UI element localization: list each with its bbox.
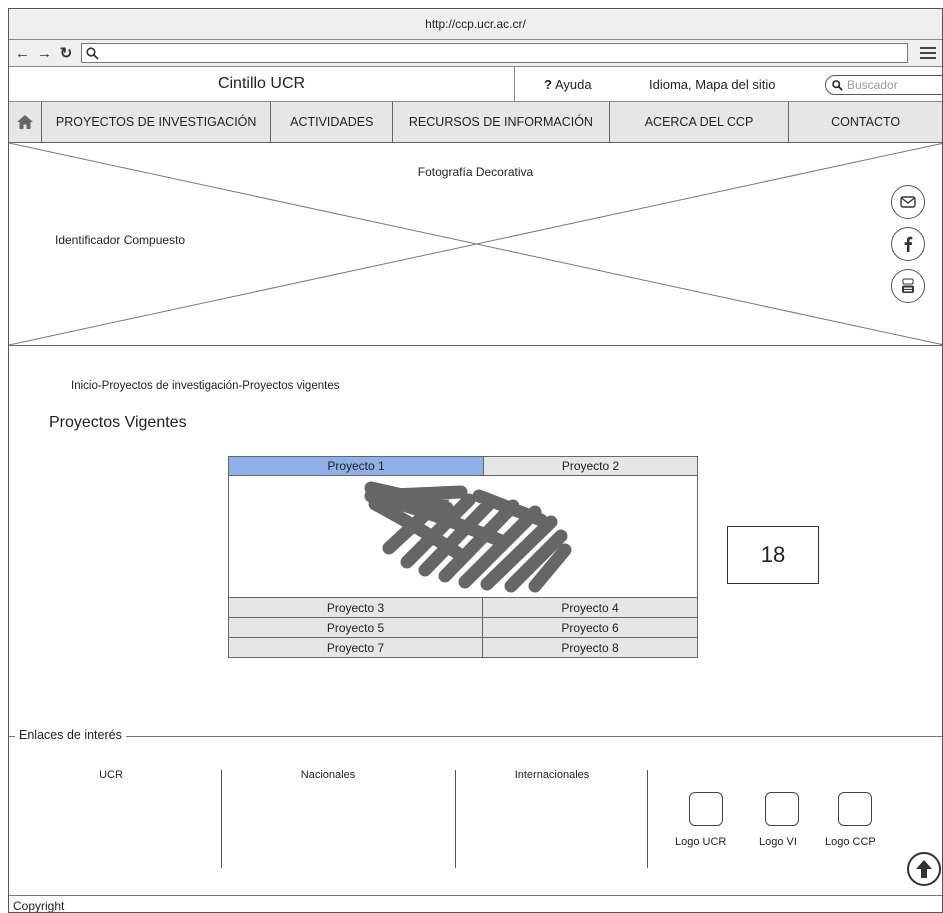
logo-ccp-placeholder[interactable] [838,792,872,826]
footer-divider [455,770,456,868]
project-content-panel [228,476,698,598]
scroll-to-top-button[interactable] [907,852,941,886]
forward-icon[interactable]: → [37,45,52,62]
projects-row: Proyecto 7 Proyecto 8 [228,638,698,658]
cintillo-bar: Cintillo UCR ? Ayuda Idioma, Mapa del si… [9,67,942,102]
page-title: Proyectos Vigentes [49,414,187,431]
hamburger-menu-icon[interactable] [920,47,936,59]
copyright-text: Copyright [13,899,65,913]
browser-window: http://ccp.ucr.ac.cr/ ← → ↻ Cintillo UCR… [8,8,943,913]
main-navigation: PROYECTOS DE INVESTIGACIÓN ACTIVIDADES R… [9,102,942,143]
help-label: Ayuda [554,76,592,92]
help-link[interactable]: ? Ayuda [544,67,592,101]
email-share-button[interactable] [891,185,925,219]
breadcrumb[interactable]: Inicio-Proyectos de investigación-Proyec… [71,380,339,392]
footer-divider [647,770,648,868]
facebook-button[interactable] [891,227,925,261]
projects-row: Proyecto 5 Proyecto 6 [228,618,698,638]
search-input[interactable]: Buscador [825,75,942,95]
cintillo-title: Cintillo UCR [9,67,515,101]
search-icon [86,46,99,60]
back-icon[interactable]: ← [15,45,30,62]
logo-ccp-label: Logo CCP [825,836,876,848]
search-icon [832,79,843,91]
project-item-4[interactable]: Proyecto 4 [483,598,698,618]
language-sitemap-link[interactable]: Idioma, Mapa del sitio [649,67,775,101]
hero-caption: Fotografía Decorativa [417,165,534,179]
nav-item-contacto[interactable]: CONTACTO [789,102,942,142]
address-bar[interactable] [81,43,908,63]
links-section-label: Enlaces de interés [15,728,126,742]
nav-item-actividades[interactable]: ACTIVIDADES [271,102,394,142]
reload-icon[interactable]: ↻ [59,44,73,62]
home-icon [16,115,33,129]
facebook-icon [904,236,913,252]
annotation-number-box: 18 [727,526,819,584]
footer-column-ucr[interactable]: UCR [81,769,141,781]
browser-toolbar: ← → ↻ [9,40,942,67]
scribble-image [364,481,572,593]
nav-item-acerca[interactable]: ACERCA DEL CCP [610,102,790,142]
tab-proyecto-2[interactable]: Proyecto 2 [484,456,698,476]
footer-column-internacionales[interactable]: Internacionales [497,769,607,781]
logo-vi-placeholder[interactable] [765,792,799,826]
youtube-icon [902,278,914,293]
hero-image-placeholder: Fotografía Decorativa Identificador Comp… [9,143,942,346]
youtube-button[interactable] [891,269,925,303]
project-item-6[interactable]: Proyecto 6 [483,618,698,638]
footer-divider [221,770,222,868]
footer-divider [9,895,942,896]
logo-ucr-placeholder[interactable] [689,792,723,826]
logo-ucr-label: Logo UCR [675,836,727,848]
project-item-8[interactable]: Proyecto 8 [483,638,698,658]
envelope-icon [900,196,916,208]
projects-tab-widget: Proyecto 1 Proyecto 2 Proyecto 3 Proyect… [228,456,698,658]
footer-column-nacionales[interactable]: Nacionales [273,769,383,781]
logo-vi-label: Logo VI [759,836,797,848]
window-title-url: http://ccp.ucr.ac.cr/ [425,17,526,31]
search-placeholder: Buscador [847,78,898,92]
tab-proyecto-1[interactable]: Proyecto 1 [228,456,484,476]
projects-grid: Proyecto 3 Proyecto 4 Proyecto 5 Proyect… [228,598,698,658]
project-item-3[interactable]: Proyecto 3 [228,598,483,618]
window-title-bar: http://ccp.ucr.ac.cr/ [9,9,942,40]
projects-row: Proyecto 3 Proyecto 4 [228,598,698,618]
arrow-up-icon [916,860,932,878]
composite-identifier: Identificador Compuesto [55,233,186,247]
project-item-7[interactable]: Proyecto 7 [228,638,483,658]
home-button[interactable] [9,102,42,142]
project-item-5[interactable]: Proyecto 5 [228,618,483,638]
links-divider [9,736,942,737]
question-icon: ? [544,76,552,92]
nav-item-recursos[interactable]: RECURSOS DE INFORMACIÓN [393,102,610,142]
nav-item-proyectos[interactable]: PROYECTOS DE INVESTIGACIÓN [42,102,272,142]
